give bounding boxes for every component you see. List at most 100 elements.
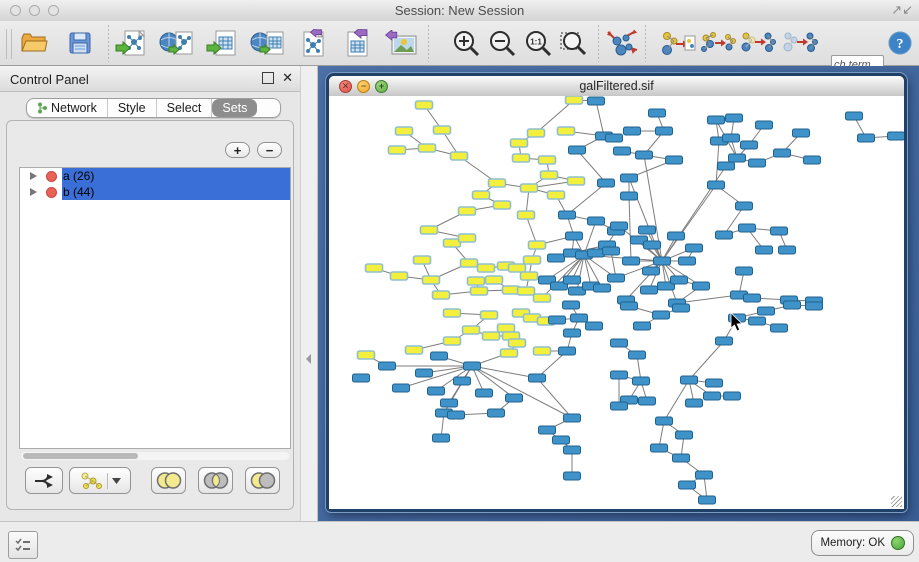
graph-node[interactable] (611, 339, 628, 347)
graph-node[interactable] (726, 114, 743, 122)
graph-node[interactable] (729, 154, 746, 162)
graph-node[interactable] (353, 374, 370, 382)
graph-node[interactable] (611, 222, 628, 230)
graph-node[interactable] (539, 156, 556, 164)
graph-node[interactable] (586, 322, 603, 330)
graph-node[interactable] (588, 97, 605, 105)
set-row-a[interactable]: a (26) (20, 168, 290, 184)
difference-sets-button[interactable] (245, 467, 280, 494)
tab-style[interactable]: Style (108, 99, 157, 117)
zoom-in-button[interactable] (448, 24, 484, 62)
graph-node[interactable] (529, 374, 546, 382)
graph-node[interactable] (749, 159, 766, 167)
graph-node[interactable] (541, 171, 558, 179)
graph-node[interactable] (633, 377, 650, 385)
graph-node[interactable] (454, 377, 471, 385)
graph-node[interactable] (459, 234, 476, 242)
graph-node[interactable] (671, 276, 688, 284)
graph-node[interactable] (366, 264, 383, 272)
graph-node[interactable] (488, 409, 505, 417)
resize-grip-icon[interactable] (891, 496, 902, 507)
graph-node[interactable] (668, 232, 685, 240)
zoom-fit-selected-button[interactable] (556, 24, 592, 62)
graph-node[interactable] (451, 152, 468, 160)
graph-node[interactable] (464, 362, 481, 370)
create-set-from-network-button[interactable] (69, 467, 131, 494)
graph-node[interactable] (708, 181, 725, 189)
expand-triangle-icon[interactable] (30, 172, 37, 180)
graph-node[interactable] (564, 472, 581, 480)
graph-node[interactable] (434, 126, 451, 134)
graph-node[interactable] (718, 162, 735, 170)
graph-node[interactable] (563, 301, 580, 309)
panel-splitter[interactable] (300, 66, 318, 521)
graph-edge[interactable] (472, 366, 537, 378)
graph-node[interactable] (749, 317, 766, 325)
graph-node[interactable] (513, 154, 530, 162)
graph-node[interactable] (716, 337, 733, 345)
graph-node[interactable] (676, 431, 693, 439)
graph-node[interactable] (473, 191, 490, 199)
tab-select[interactable]: Select (157, 99, 213, 117)
graph-node[interactable] (494, 201, 511, 209)
float-panel-icon[interactable] (262, 72, 274, 84)
graph-node[interactable] (521, 272, 538, 280)
graph-node[interactable] (524, 256, 541, 264)
graph-node[interactable] (421, 226, 438, 234)
graph-node[interactable] (888, 132, 905, 140)
graph-node[interactable] (699, 496, 716, 504)
apply-layout-button[interactable] (604, 24, 640, 62)
graph-node[interactable] (741, 141, 758, 149)
graph-edge[interactable] (689, 341, 724, 380)
zoom-out-button[interactable] (484, 24, 520, 62)
new-network-from-selection-button[interactable] (660, 24, 696, 62)
graph-node[interactable] (756, 246, 773, 254)
graph-node[interactable] (623, 257, 640, 265)
graph-node[interactable] (621, 174, 638, 182)
hide-selection-button[interactable] (740, 24, 776, 62)
set-row-b[interactable]: b (44) (20, 184, 290, 200)
show-all-button[interactable] (782, 24, 818, 62)
graph-node[interactable] (518, 287, 535, 295)
graph-node[interactable] (614, 147, 631, 155)
graph-node[interactable] (478, 264, 495, 272)
graph-node[interactable] (489, 179, 506, 187)
scrollbar-thumb[interactable] (23, 453, 138, 459)
toolbar-drag-handle[interactable] (6, 29, 12, 59)
graph-node[interactable] (681, 376, 698, 384)
graph-node[interactable] (569, 146, 586, 154)
graph-node[interactable] (548, 254, 565, 262)
graph-node[interactable] (621, 192, 638, 200)
graph-node[interactable] (379, 362, 396, 370)
graph-node[interactable] (771, 227, 788, 235)
graph-node[interactable] (634, 322, 651, 330)
graph-node[interactable] (608, 274, 625, 282)
graph-node[interactable] (486, 276, 503, 284)
graph-node[interactable] (686, 399, 703, 407)
graph-node[interactable] (419, 144, 436, 152)
graph-node[interactable] (564, 414, 581, 422)
graph-node[interactable] (396, 127, 413, 135)
graph-node[interactable] (528, 129, 545, 137)
graph-node[interactable] (564, 446, 581, 454)
graph-node[interactable] (433, 291, 450, 299)
graph-edge[interactable] (537, 378, 572, 418)
graph-node[interactable] (656, 417, 673, 425)
graph-node[interactable] (389, 146, 406, 154)
graph-node[interactable] (621, 302, 638, 310)
fullscreen-icon[interactable]: ↗↙ (891, 2, 913, 18)
graph-node[interactable] (393, 384, 410, 392)
graph-node[interactable] (558, 127, 575, 135)
graph-node[interactable] (559, 211, 576, 219)
graph-node[interactable] (651, 444, 668, 452)
graph-node[interactable] (506, 394, 523, 402)
graph-node[interactable] (416, 369, 433, 377)
split-sets-button[interactable] (25, 467, 63, 494)
help-button[interactable]: ? (882, 24, 918, 62)
graph-node[interactable] (406, 346, 423, 354)
graph-node[interactable] (498, 324, 515, 332)
graph-node[interactable] (391, 272, 408, 280)
horizontal-scrollbar[interactable] (21, 452, 289, 460)
graph-node[interactable] (611, 402, 628, 410)
intersect-sets-button[interactable] (198, 467, 233, 494)
